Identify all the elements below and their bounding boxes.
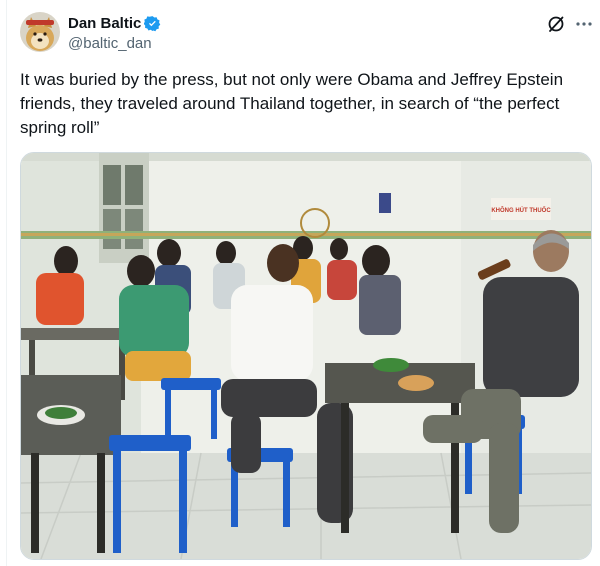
timeline-divider [6,0,7,566]
tweet-text: It was buried by the press, but not only… [20,70,564,137]
author-handle[interactable]: @baltic_dan [68,35,161,52]
restaurant-photo: KHÔNG HÚT THUỐC [21,153,591,559]
verified-badge-icon [144,15,161,31]
more-options-icon[interactable] [574,14,594,34]
grok-icon[interactable] [546,14,566,34]
author-block: Dan Baltic @baltic_dan [68,13,161,52]
tweet-photo[interactable]: KHÔNG HÚT THUỐC [20,152,592,560]
display-name[interactable]: Dan Baltic [68,15,141,32]
doge-avatar-icon [20,12,60,52]
author-avatar[interactable] [20,12,60,52]
display-name-row: Dan Baltic [68,13,161,33]
tweet-card: Dan Baltic @baltic_dan It was buried by … [0,0,600,566]
no-smoking-sign: KHÔNG HÚT THUỐC [491,206,551,214]
